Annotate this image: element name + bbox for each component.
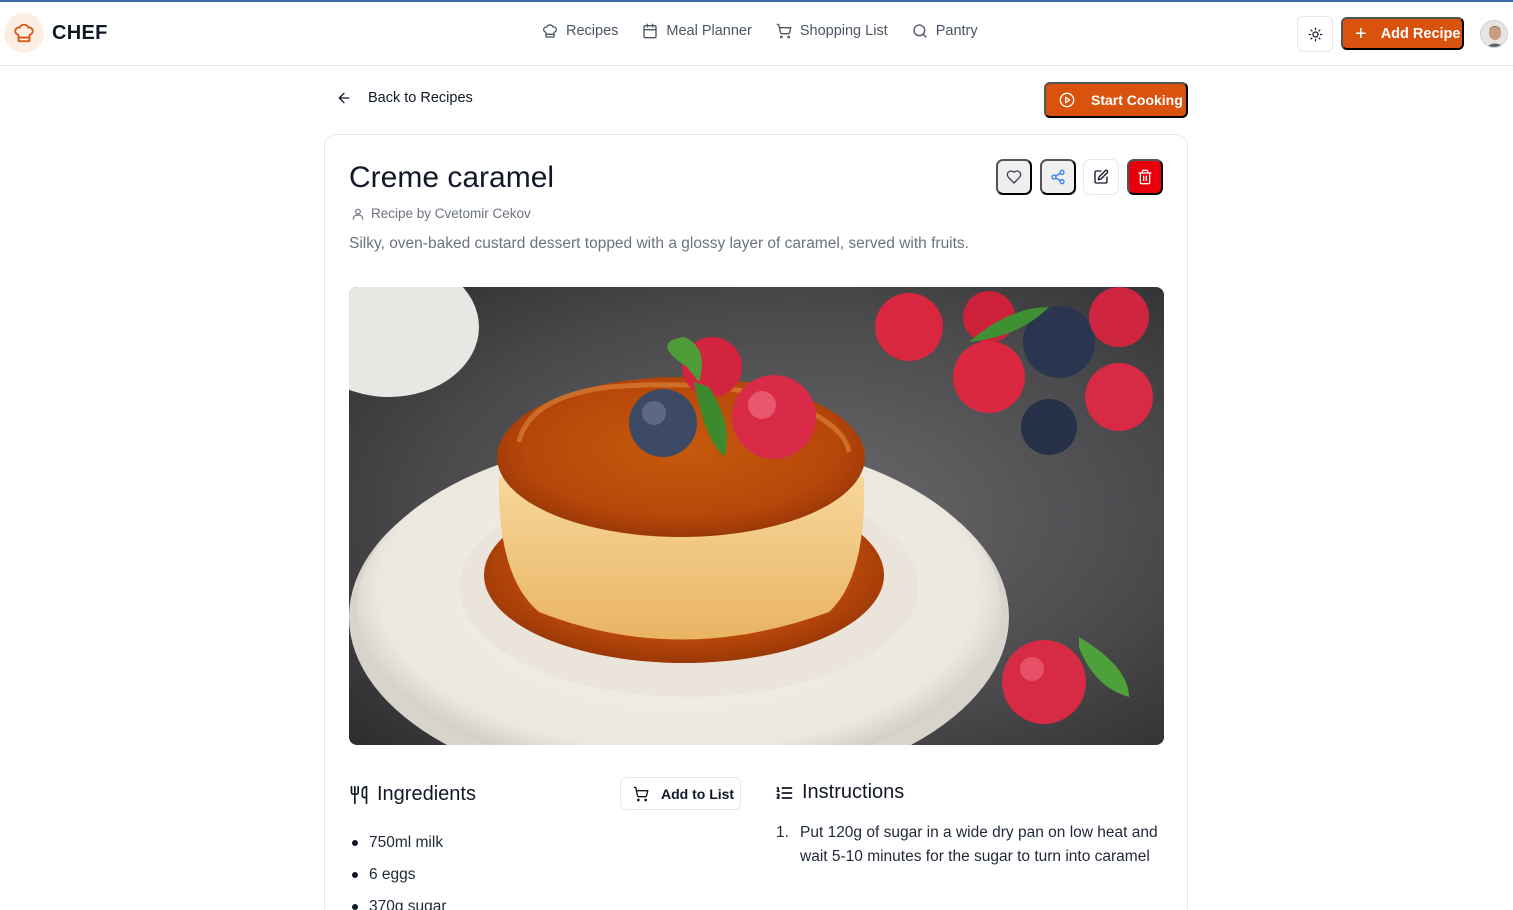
delete-button[interactable]	[1127, 159, 1163, 195]
calendar-icon	[643, 23, 658, 39]
recipe-card: Creme caramel Recipe by Cvetomir Cekov S…	[324, 134, 1188, 910]
search-icon	[913, 24, 927, 38]
nav-item-shopping-list[interactable]: Shopping List	[776, 23, 888, 39]
bullet	[352, 872, 358, 878]
chef-hat-icon	[543, 24, 557, 38]
instructions-list: 1. Put 120g of sugar in a wide dry pan o…	[776, 821, 1166, 869]
favorite-button[interactable]	[996, 159, 1032, 195]
instructions-heading-label: Instructions	[802, 781, 905, 803]
chef-hat-logo-icon	[4, 13, 44, 53]
bullet	[352, 904, 358, 910]
edit-icon	[1094, 169, 1109, 184]
main-nav: Recipes Meal Planner Shopping List Pantr…	[542, 23, 1002, 39]
edit-button[interactable]	[1083, 159, 1119, 195]
utensils-icon	[350, 785, 368, 804]
ingredients-heading-label: Ingredients	[377, 783, 476, 805]
ingredient-text: 6 eggs	[369, 866, 416, 883]
heart-icon	[1006, 170, 1022, 184]
start-cooking-label: Start Cooking	[1091, 92, 1183, 108]
sun-icon	[1308, 27, 1322, 41]
share-button[interactable]	[1040, 159, 1076, 195]
trash-icon	[1138, 169, 1152, 185]
bullet	[352, 840, 358, 846]
add-recipe-label: Add Recipe	[1380, 25, 1461, 42]
back-label: Back to Recipes	[368, 90, 473, 106]
ingredient-text: 370g sugar	[369, 898, 447, 910]
add-recipe-button[interactable]: + Add Recipe	[1341, 17, 1464, 50]
nav-item-meal-planner[interactable]: Meal Planner	[642, 23, 752, 39]
plus-icon: +	[1355, 22, 1367, 45]
nav-label: Pantry	[935, 23, 978, 39]
list-item: 750ml milk	[349, 827, 447, 859]
nav-label: Meal Planner	[666, 23, 752, 39]
cart-icon	[776, 23, 792, 39]
theme-toggle-button[interactable]	[1297, 16, 1333, 52]
ingredients-heading: Ingredients	[349, 783, 476, 806]
recipe-image	[349, 287, 1164, 745]
nav-item-recipes[interactable]: Recipes	[542, 23, 618, 39]
nav-item-pantry[interactable]: Pantry	[912, 23, 978, 39]
avatar-image	[1481, 21, 1507, 47]
start-cooking-button[interactable]: Start Cooking	[1044, 82, 1188, 118]
brand-name: CHEF	[52, 21, 108, 44]
share-icon	[1051, 169, 1065, 185]
ingredient-text: 750ml milk	[369, 834, 444, 851]
brand[interactable]: CHEF	[4, 13, 108, 53]
user-icon	[352, 208, 364, 220]
recipe-author: Recipe by Cvetomir Cekov	[351, 206, 531, 221]
ingredients-list: 750ml milk 6 eggs 370g sugar	[349, 827, 447, 910]
nav-label: Shopping List	[799, 23, 888, 39]
user-avatar[interactable]	[1480, 20, 1508, 48]
step-text: Put 120g of sugar in a wide dry pan on l…	[800, 824, 1158, 865]
recipe-description: Silky, oven-baked custard dessert topped…	[349, 235, 969, 252]
step-number: 1.	[776, 824, 789, 841]
instruction-step: 1. Put 120g of sugar in a wide dry pan o…	[776, 821, 1166, 869]
app-header: CHEF Recipes Meal Planner Shopping List …	[0, 2, 1513, 66]
author-line: Recipe by Cvetomir Cekov	[371, 206, 531, 221]
back-to-recipes-link[interactable]: Back to Recipes	[336, 90, 473, 106]
arrow-left-icon	[338, 92, 350, 104]
recipe-photo	[349, 287, 1164, 745]
list-ordered-icon	[776, 786, 793, 799]
list-item: 370g sugar	[349, 891, 447, 910]
nav-label: Recipes	[566, 23, 619, 39]
recipe-title: Creme caramel	[349, 161, 555, 194]
add-to-list-label: Add to List	[661, 785, 735, 802]
play-circle-icon	[1059, 92, 1075, 108]
cart-icon	[633, 786, 649, 801]
instructions-heading: Instructions	[774, 781, 904, 804]
list-item: 6 eggs	[349, 859, 447, 891]
add-to-list-button[interactable]: Add to List	[620, 777, 741, 810]
